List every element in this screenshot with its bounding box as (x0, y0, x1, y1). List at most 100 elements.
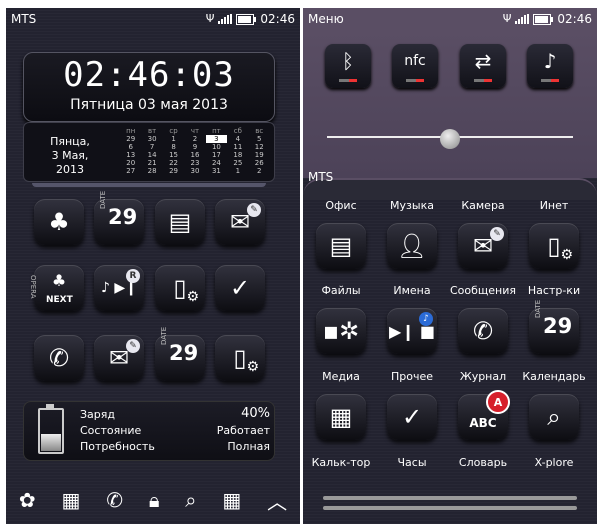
app-label-xplore[interactable]: X-plore (519, 456, 589, 469)
phone-settings-icon-2[interactable]: ▯ ⚙ (215, 335, 265, 381)
date-number: 29 (169, 341, 199, 365)
app-label-media[interactable]: Медиа (306, 370, 376, 383)
app-label-names[interactable]: Имена (377, 284, 447, 297)
grid-icon[interactable]: ▦ (62, 488, 81, 512)
clock-icon[interactable]: ✓ (387, 394, 437, 440)
xplore-icon[interactable]: ⌕ (529, 394, 579, 440)
calendar-daymonth: 3 Мая, (51, 149, 89, 162)
gear-icon: ⚙ (560, 247, 573, 263)
date-app-icon-2[interactable]: DATE 29 (155, 327, 205, 381)
phone-settings-icon[interactable]: ▯ ⚙ (155, 265, 205, 311)
r-badge: R (126, 269, 140, 283)
dock-bar: ✿ ▦ ✆ 🔒︎ ⌕ ▦ ︿ (6, 482, 300, 518)
calendar-icon[interactable]: DATE 29 (529, 300, 579, 354)
bluetooth-toggle[interactable]: ᛒ (325, 44, 371, 88)
messaging-app-icon[interactable]: ✉ ✎ (215, 199, 265, 245)
app-label-calendar[interactable]: Календарь (519, 370, 589, 383)
transfer-icon: ⇄ (474, 49, 492, 73)
calendar-day-text: Пянца, 3 Мая, 2013 (28, 135, 112, 177)
lock-icon[interactable]: 🔒︎ (149, 488, 160, 512)
phone-app-icon[interactable]: ✆ (34, 335, 84, 381)
app-label-music[interactable]: Музыка (377, 199, 447, 212)
calendar-cell: 31 (211, 167, 221, 175)
need-label: Потребность (80, 440, 155, 453)
calculator-icon[interactable]: ▦ (316, 394, 366, 440)
app-label-log[interactable]: Журнал (448, 370, 518, 383)
calendar-cell: 24 (211, 159, 221, 167)
antenna-icon: Ψ (502, 12, 512, 25)
calendar-cell: 3 (205, 135, 228, 143)
calendar-row: 13 14 15 16 17 18 19 (120, 151, 270, 159)
calendar-cell: чт (190, 127, 200, 135)
voice-recorder-icon[interactable]: ♪ ▶❙ R (94, 265, 144, 311)
app-label-other[interactable]: Прочее (377, 370, 447, 383)
messaging-app-icon-2[interactable]: ✉ ✎ (94, 335, 144, 381)
other-icon[interactable]: ▶❙ ■ ♪ (387, 308, 437, 354)
bottom-bar-line-2 (323, 506, 577, 510)
calendar-cell: 25 (233, 159, 243, 167)
files-icon[interactable]: ▤ (316, 223, 366, 269)
app-label-files[interactable]: Файлы (306, 284, 376, 297)
calendar-cell: пт (212, 127, 221, 135)
app-label-internet[interactable]: Инет (519, 199, 589, 212)
opera-next-icon[interactable]: OPERA ♣ NEXT (29, 265, 84, 311)
gear-icon: ⚙ (246, 359, 259, 375)
phone-icon[interactable]: ✆ (106, 488, 123, 512)
dictionary-icon[interactable]: ABC A (458, 390, 510, 440)
app-label-clock[interactable]: Часы (377, 456, 447, 469)
bottom-bar-line (323, 496, 577, 500)
calendar-cell: 2 (192, 135, 198, 143)
state-value: Работает (216, 424, 270, 437)
chevron-up-icon[interactable]: ︿ (267, 486, 287, 515)
app-label-office[interactable]: Офис (306, 199, 376, 212)
date-app-icon[interactable]: DATE 29 (94, 191, 144, 245)
app-label-messages[interactable]: Сообщения (448, 284, 518, 297)
next-label: NEXT (46, 295, 73, 305)
battery-fill (41, 434, 61, 451)
calendar-cell: 18 (233, 151, 243, 159)
calendar-year: 2013 (56, 163, 84, 176)
app-label-camera[interactable]: Камера (448, 199, 518, 212)
data-toggle[interactable]: ⇄ (460, 44, 506, 88)
contacts-app-icon[interactable]: ♣ (34, 199, 84, 245)
signal-icon (218, 14, 233, 24)
nfc-toggle[interactable]: nfc (392, 44, 438, 88)
pen-icon: ✎ (247, 203, 261, 217)
battery-widget[interactable]: Заряд 40% Состояние Работает Потребность… (23, 401, 275, 461)
carrier-tab: MTS (303, 168, 597, 200)
date-number: 29 (543, 314, 573, 338)
log-icon[interactable]: ✆ (458, 308, 508, 354)
sound-toggle[interactable]: ♪ (527, 44, 573, 88)
settings-icon[interactable]: ▯ ⚙ (529, 223, 579, 269)
grid-icon-2[interactable]: ▦ (222, 488, 241, 512)
messages-icon[interactable]: ✉ ✎ (458, 223, 508, 269)
contacts-icon[interactable]: 👤︎ (387, 223, 437, 269)
calendar-cell: 7 (149, 143, 155, 151)
app-label-settings[interactable]: Настр-ки (519, 284, 589, 297)
need-value: Полная (227, 440, 270, 453)
printer-app-icon[interactable]: ▤ (155, 199, 205, 245)
media-icon[interactable]: ▪✲ (316, 308, 366, 354)
status-time: 02:46 (260, 12, 295, 26)
search-icon[interactable]: ⌕ (185, 488, 196, 512)
status-bar: Меню Ψ 02:46 (303, 8, 597, 30)
home-screen: MTS Ψ 02:46 02:46:03 Пятница 03 мая 2013… (6, 8, 300, 524)
app-label-dictionary[interactable]: Словарь (448, 456, 518, 469)
calendar-widget[interactable]: Пянца, 3 Мая, 2013 пн вт ср чт пт сб вс 29 30 1 2 3… (23, 122, 275, 187)
brightness-slider-knob[interactable] (440, 129, 460, 149)
status-time: 02:46 (557, 12, 592, 26)
calendar-cell: 9 (192, 143, 198, 151)
date-label: DATE (160, 326, 168, 345)
calendar-cell: 1 (171, 135, 176, 143)
clock-widget[interactable]: 02:46:03 Пятница 03 мая 2013 (23, 52, 275, 122)
clock-app-icon[interactable]: ✓ (215, 265, 265, 311)
handset-icon: ✆ (472, 317, 494, 345)
calendar-cell: 22 (169, 159, 179, 167)
carrier-name: MTS (11, 12, 37, 26)
apps-flower-icon[interactable]: ✿ (19, 488, 36, 512)
calendar-cell: 27 (126, 167, 136, 175)
battery-icon (236, 13, 257, 25)
app-label-calculator[interactable]: Кальк-тор (306, 456, 376, 469)
calendar-row: 20 21 22 23 24 25 26 (120, 159, 270, 167)
calendar-cell: 26 (254, 159, 264, 167)
